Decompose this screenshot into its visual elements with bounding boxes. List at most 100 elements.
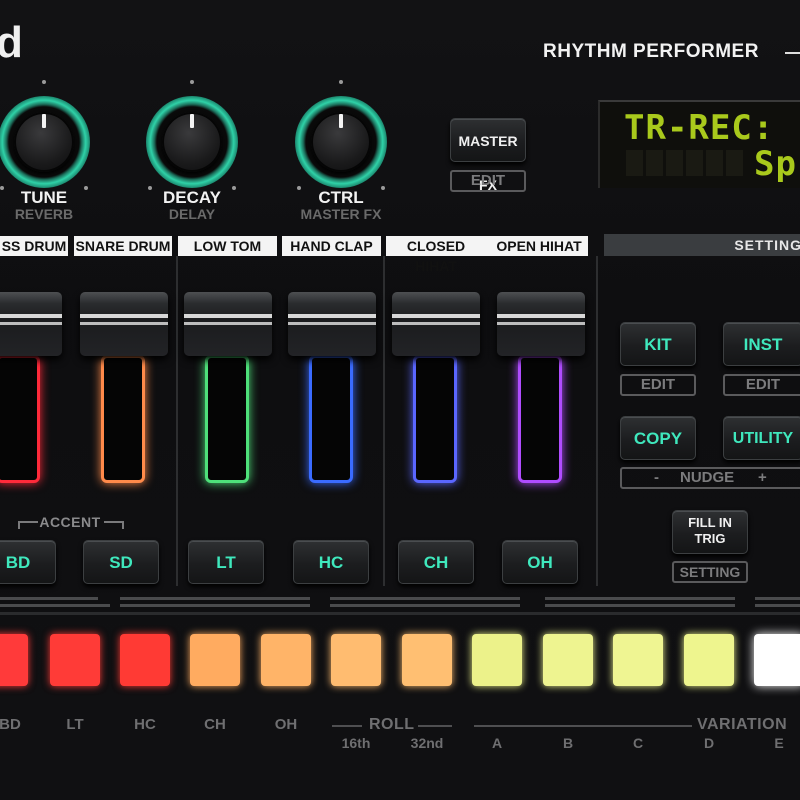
ch-button[interactable]: CH [398, 540, 474, 584]
label-snare-drum: SNARE DRUM [74, 236, 172, 256]
fader-line [392, 322, 480, 325]
fill-in-label: FILL IN [688, 515, 732, 530]
fader-hand-clap[interactable] [288, 292, 376, 356]
pad-label-oh: OH [274, 716, 298, 733]
knob-marker-top [42, 80, 46, 84]
pad-label-d: D [703, 735, 715, 751]
fader-line [288, 314, 376, 318]
fader-line [184, 322, 272, 325]
step-pad-5[interactable] [261, 634, 311, 686]
step-pad-1[interactable] [0, 634, 28, 686]
pad-label-32nd: 32nd [410, 735, 444, 751]
roll-label: ROLL [369, 716, 415, 733]
knob-sublabel-delay: DELAY [168, 206, 216, 222]
fader-slot-closed-hihat [413, 355, 457, 483]
group-stripe [120, 604, 310, 607]
variation-line-left [474, 725, 692, 727]
utility-button[interactable]: UTILITY [723, 416, 800, 460]
fader-bass-drum[interactable] [0, 292, 62, 356]
group-stripe [545, 597, 735, 600]
lcd-cell [626, 150, 643, 176]
kit-button[interactable]: KIT [620, 322, 696, 366]
nudge-label: NUDGE [680, 469, 735, 486]
step-pad-6[interactable] [331, 634, 381, 686]
accent-label: ACCENT [39, 514, 101, 530]
lcd-cell [666, 150, 683, 176]
hc-button[interactable]: HC [293, 540, 369, 584]
nudge-plus: + [758, 469, 767, 486]
setting-section-bar: SETTING [604, 234, 800, 256]
fader-open-hihat[interactable] [497, 292, 585, 356]
knob-decay[interactable]: DECAY DELAY [146, 74, 238, 222]
knob-pointer [339, 114, 343, 128]
fader-slot-hand-clap [309, 355, 353, 483]
knob-pointer [42, 114, 46, 128]
knob-tune[interactable]: TUNE REVERB [0, 74, 90, 222]
hihat-label-group: CLOSED HIHAT OPEN HIHAT [386, 236, 588, 274]
roll-line-left [332, 725, 362, 727]
step-pad-2[interactable] [50, 634, 100, 686]
knob-ctrl[interactable]: CTRL MASTER FX [295, 74, 387, 222]
fader-low-tom[interactable] [184, 292, 272, 356]
group-stripe [120, 597, 310, 600]
label-bass-drum: SS DRUM [0, 236, 68, 256]
lcd-line-2: Sp [754, 144, 797, 184]
lcd-display: TR-REC: Sp [598, 100, 800, 188]
lcd-cell [646, 150, 663, 176]
group-stripe [545, 604, 735, 607]
knob-marker-top [190, 80, 194, 84]
group-stripe [0, 604, 110, 607]
step-pad-9[interactable] [543, 634, 593, 686]
master-fx-button[interactable]: MASTER FX [450, 118, 526, 193]
lt-button[interactable]: LT [188, 540, 264, 584]
fader-slot-open-hihat [518, 355, 562, 483]
step-pad-3[interactable] [120, 634, 170, 686]
pad-label-c: C [632, 735, 644, 751]
master-fx-edit-label: EDIT [450, 170, 526, 192]
fader-slot-bass-drum [0, 355, 40, 483]
knob-label-tune: TUNE [20, 188, 68, 207]
fader-closed-hihat[interactable] [392, 292, 480, 356]
bd-button[interactable]: BD [0, 540, 56, 584]
step-pad-8[interactable] [472, 634, 522, 686]
section-divider [596, 256, 598, 586]
fader-line [392, 314, 480, 318]
step-pad-7[interactable] [402, 634, 452, 686]
knob-sublabel-reverb: REVERB [14, 206, 74, 222]
pad-label-ch: CH [204, 716, 226, 733]
pad-label-bd: BD [0, 716, 21, 733]
pad-label-b: B [562, 735, 574, 751]
fader-line [184, 314, 272, 318]
copy-button[interactable]: COPY [620, 416, 696, 460]
step-pad-4[interactable] [190, 634, 240, 686]
sd-button[interactable]: SD [83, 540, 159, 584]
pad-label-e: E [774, 735, 784, 751]
step-pad-12[interactable] [754, 634, 800, 686]
knob-pointer [190, 114, 194, 128]
label-low-tom: LOW TOM [178, 236, 277, 256]
step-pad-11[interactable] [684, 634, 734, 686]
pad-label-16th: 16th [341, 735, 371, 751]
inst-edit-label: EDIT [723, 374, 800, 396]
label-open-hihat: OPEN HIHAT [496, 238, 582, 254]
fader-slot-snare-drum [101, 355, 145, 483]
lcd-cell [686, 150, 703, 176]
roll-line-right [418, 725, 452, 727]
pad-label-hc: HC [134, 716, 156, 733]
group-stripe [755, 597, 800, 600]
step-pad-10[interactable] [613, 634, 663, 686]
knob-marker-top [339, 80, 343, 84]
fader-line [497, 322, 585, 325]
label-hand-clap: HAND CLAP [282, 236, 381, 256]
fader-line [288, 322, 376, 325]
oh-button[interactable]: OH [502, 540, 578, 584]
brand-logo: d [0, 18, 23, 67]
inst-button[interactable]: INST [723, 322, 800, 366]
kit-edit-label: EDIT [620, 374, 696, 396]
pad-label-lt: LT [66, 716, 84, 733]
fill-in-trig-button[interactable]: FILL IN TRIG [672, 510, 748, 554]
knob-label-decay: DECAY [163, 188, 221, 207]
fader-snare-drum[interactable] [80, 292, 168, 356]
lcd-cell [726, 150, 743, 176]
lcd-line-1: TR-REC: [624, 108, 775, 148]
